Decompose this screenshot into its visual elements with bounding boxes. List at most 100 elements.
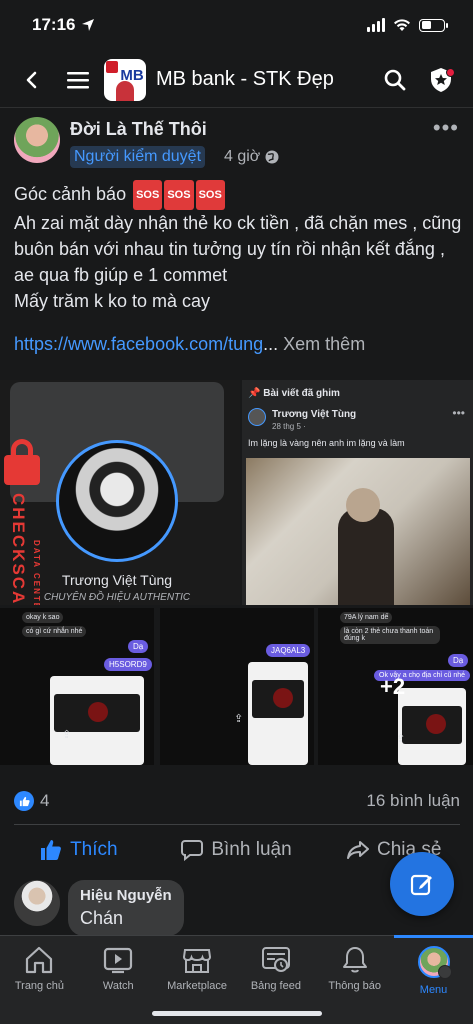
media-chat-screenshot-2[interactable]: JAQ6AL3 ⇪ [160,608,314,765]
hamburger-icon [67,71,89,88]
commenter-avatar[interactable] [14,880,60,926]
back-button[interactable] [14,62,50,98]
pinned-caption: Im lặng là vàng nên anh im lặng và làm [248,438,405,448]
see-more-link[interactable]: Xem thêm [278,334,365,354]
lock-body [4,455,40,485]
chat-bubble: okay k sao [22,612,64,623]
menu-avatar [417,946,452,979]
post-body: Góc cảnh báo SOS SOS SOS Ah zai mặt dày nh… [14,180,464,314]
comment-icon [181,840,204,861]
author-avatar[interactable] [14,117,60,163]
checkscam-watermark: CHECKSCAM.INFO DATA CENTER [2,435,50,605]
home-icon [26,946,53,974]
pinned-name: Trương Việt Tùng [272,409,357,420]
wifi-icon [394,19,410,31]
bottom-nav: Trang chủ Watch Marketplace Bảng feed Th… [0,935,473,1024]
post-header: Đời Là Thế Thôi Người kiểm duyệt 4 giờ •… [14,115,463,175]
status-icons [367,18,448,32]
post-time-text: 4 giờ [224,148,261,165]
post-link-row: https://www.facebook.com/tung... Xem thê… [14,334,365,355]
menu-button[interactable] [60,62,96,98]
media-profile-screenshot[interactable]: Trương Việt Tùng CHUYÊN ĐỒ HIỆU AUTHENTI… [0,380,240,605]
search-button[interactable] [377,62,413,98]
moderator-badge[interactable]: Người kiểm duyệt [70,146,206,168]
nav-marketplace-label: Marketplace [167,980,228,992]
like-button[interactable]: Thích [0,839,158,861]
pinned-header-text: Bài viết đã ghim [263,388,340,399]
sos-emoji: SOS [195,180,225,210]
chat-bubble: 79A lý nam dế [340,612,393,623]
status-time: 17:16 [32,15,95,35]
sos-emoji: SOS [133,180,163,210]
post-time[interactable]: 4 giờ [224,148,279,166]
phone-card-graphic [50,676,144,765]
like-count[interactable]: 4 [14,791,49,811]
phone-card-graphic [248,662,308,765]
share-icon: ⇪ [396,733,406,745]
group-title[interactable]: MB bank - STK Đẹp [156,68,377,91]
like-label: Thích [70,839,118,860]
nav-watch-label: Watch [102,980,134,992]
clock: 17:16 [32,15,76,34]
watermark-subtext: DATA CENTER [32,540,41,605]
share-button[interactable]: Chia sẻ [315,839,473,861]
divider [14,824,460,825]
group-header: MB MB bank - STK Đẹp [0,52,473,108]
comment-bubble[interactable]: Hiệu Nguyễn Chán [68,880,184,936]
nav-home-label: Trang chủ [14,980,64,992]
menu-mini-icon [437,965,452,979]
chat-reply: Dạ [448,654,469,667]
cellular-signal-icon [367,18,385,32]
person-head [346,488,380,522]
compose-button[interactable] [390,852,454,916]
bell-icon [342,947,367,973]
admin-tools-button[interactable] [423,62,459,98]
pinned-avatar [248,408,266,426]
feed-clock-icon [261,947,290,972]
reactions-row: 4 16 bình luận [14,788,460,814]
video-icon [104,947,133,974]
pinned-date: 28 thg 5 · [272,422,306,431]
watermark-text: CHECKSCAM.INFO [9,493,28,605]
post-options-button[interactable]: ••• [433,115,459,141]
sos-emoji: SOS [164,180,194,210]
post-link[interactable]: https://www.facebook.com/tung [14,334,263,354]
media-pinned-post[interactable]: 📌 Bài viết đã ghim Trương Việt Tùng 28 t… [242,380,473,605]
location-arrow-icon [82,19,95,31]
nav-watch[interactable]: Watch [79,936,158,1024]
comment-button[interactable]: Bình luận [158,839,316,861]
comment-count[interactable]: 16 bình luận [366,791,460,811]
nav-notifications[interactable]: Thông báo [315,936,394,1024]
author-name[interactable]: Đời Là Thế Thôi [70,119,207,140]
chevron-left-icon [26,71,37,88]
comment-author[interactable]: Hiệu Nguyễn [80,887,172,904]
flag-icon [106,60,118,73]
nav-menu-label: Menu [419,984,448,996]
like-count-text: 4 [40,791,50,810]
thumbs-up-icon [41,840,61,860]
pinned-options-icon: ••• [452,406,465,420]
nav-menu[interactable]: Menu [394,935,473,1024]
like-reaction-icon [14,791,34,811]
profile-picture [56,440,178,562]
group-avatar-text: MB [120,67,144,84]
comment-text: Chán [80,908,124,928]
comment-label: Bình luận [211,839,292,860]
edit-pencil-icon [410,874,432,896]
group-avatar[interactable]: MB [104,58,146,101]
nav-home[interactable]: Trang chủ [0,936,79,1024]
chat-reply: JAQ6AL3 [266,644,311,657]
globe-icon [265,150,279,164]
chat-reply: H5SORD9 [104,658,152,671]
share-icon: ⇪ [234,713,244,725]
media-chat-screenshot-3[interactable]: 79A lý nam dế là còn 2 thẻ chưa thanh to… [318,608,473,765]
pinned-header: 📌 Bài viết đã ghim [248,388,340,399]
share-icon: ⇪ [62,729,72,741]
chat-bubble: là còn 2 thẻ chưa thanh toán đúng k [340,626,440,644]
person-silhouette [338,508,394,605]
battery-icon [419,18,448,32]
more-photos-count[interactable]: +2 [380,674,405,700]
nav-notifications-label: Thông báo [328,980,382,992]
media-chat-screenshot-1[interactable]: okay k sao có gì cứ nhắn nhé Dạ H5SORD9 … [0,608,154,765]
notification-dot [446,67,455,77]
